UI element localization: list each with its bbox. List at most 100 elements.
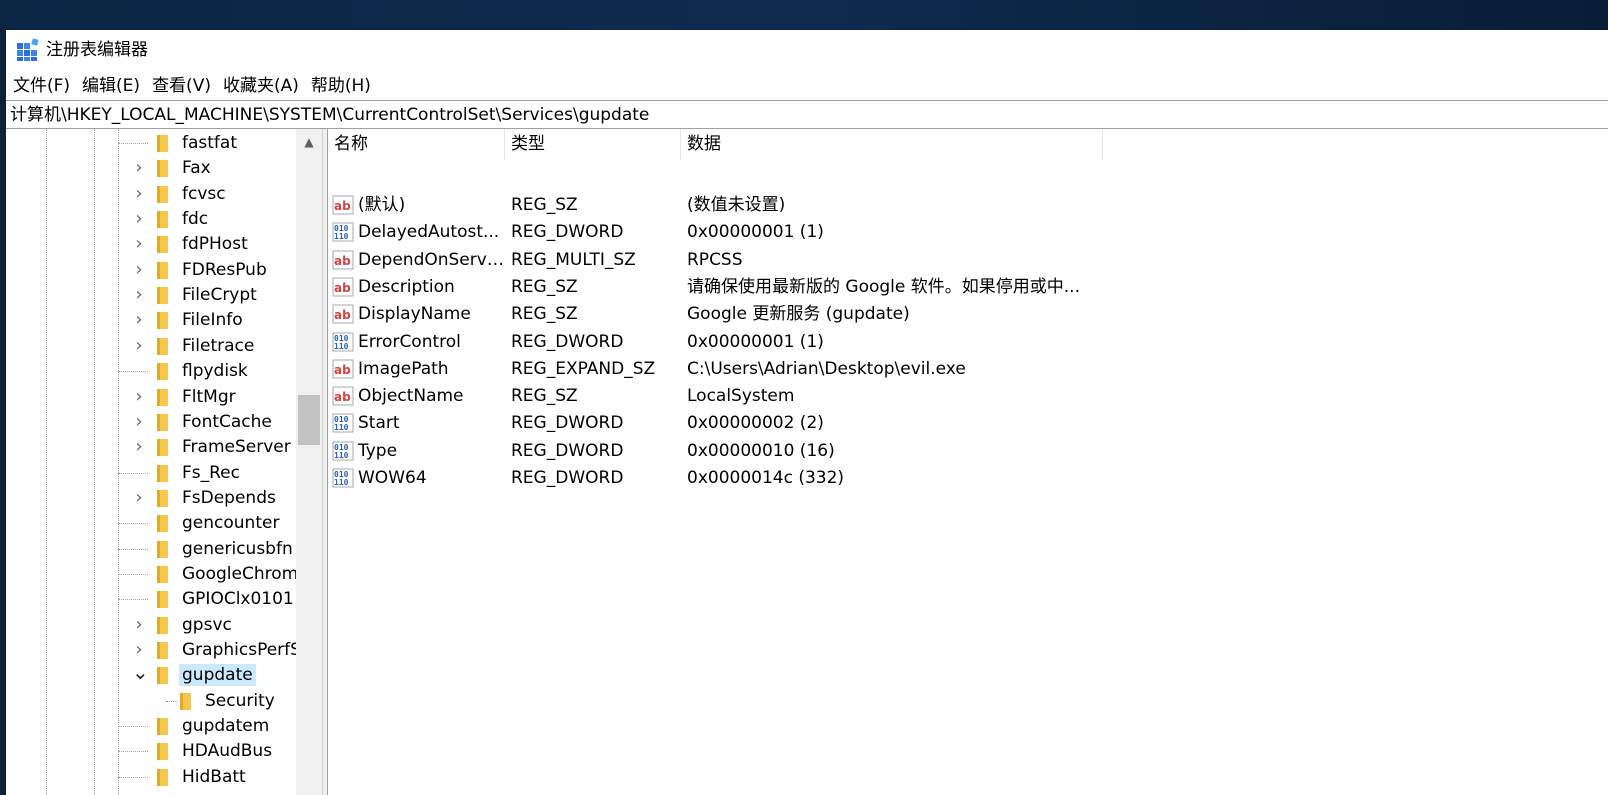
tree-item-label[interactable]: FileInfo [179,309,246,331]
tree-item-label[interactable]: Security [202,690,278,712]
value-row[interactable]: 010 110 Type REG_DWORD 0x00000010 (16) [328,437,1428,464]
menu-view[interactable]: 查看(V) [146,72,217,100]
tree-item-gupdatem[interactable]: gupdatem [6,714,296,739]
tree-item-fax[interactable]: › Fax [6,156,296,181]
tree-item-label[interactable]: HidBatt [179,766,249,788]
value-row[interactable]: ab Description REG_SZ 请确保使用最新版的 Google 软件。如… [328,273,1428,300]
tree-item-label[interactable]: GoogleChrom [179,563,301,585]
menu-file[interactable]: 文件(F) [6,72,76,100]
tree-item-gupdate[interactable]: ⌄ gupdate [6,662,296,688]
tree-item-gencounter[interactable]: gencounter [6,511,296,536]
tree-item-label[interactable]: fdPHost [179,233,251,255]
tree-item-label[interactable]: gpsvc [179,614,235,636]
expand-chevron-icon[interactable]: › [132,488,146,506]
tree-item-label[interactable]: flpydisk [179,360,251,382]
expand-chevron-icon[interactable]: › [132,260,146,278]
value-row[interactable]: ab ObjectName REG_SZ LocalSystem [328,382,1428,409]
tree-item-label[interactable]: FltMgr [179,386,239,408]
expand-chevron-icon[interactable]: › [132,387,146,405]
tree-item-genericusbfn[interactable]: genericusbfn [6,537,296,562]
tree-item-googlechrom[interactable]: GoogleChrom [6,562,298,587]
column-header-name[interactable]: 名称 [328,129,505,160]
tree-item-label[interactable]: gupdate [179,664,256,687]
tree-item-label[interactable]: gupdatem [179,715,272,737]
tree-item-label[interactable]: gencounter [179,512,282,534]
value-row[interactable]: ab (默认) REG_SZ (数值未设置) [328,191,1428,218]
tree-item-label[interactable]: genericusbfn [179,538,296,560]
dword-value-icon: 010 110 [332,467,354,489]
scroll-up-arrow-icon[interactable]: ▲ [296,129,322,155]
key-tree-pane[interactable]: fastfat › Fax › fcvsc › fdc › fdPHost › FDResPub › F… [6,129,322,795]
expand-chevron-icon[interactable]: › [132,336,146,354]
tree-item-hdaudbus[interactable]: HDAudBus [6,739,296,764]
tree-item-label[interactable]: HDAudBus [179,740,275,762]
scrollbar-thumb[interactable] [298,395,320,445]
tree-item-label[interactable]: GPIOClx0101 [179,588,297,610]
value-data: 0x0000014c (332) [687,468,845,488]
value-row[interactable]: 010 110 ErrorControl REG_DWORD 0x00000001 (1… [328,328,1428,355]
menu-help[interactable]: 帮助(H) [305,72,377,100]
tree-item-fastfat[interactable]: fastfat [6,131,296,156]
tree-item-filetrace[interactable]: › Filetrace [6,334,296,359]
tree-item-frameserver[interactable]: › FrameServer [6,435,296,460]
value-row[interactable]: 010 110 DelayedAutost... REG_DWORD 0x0000000… [328,218,1428,245]
expand-chevron-icon[interactable]: › [132,641,146,659]
address-bar[interactable]: 计算机\HKEY_LOCAL_MACHINE\SYSTEM\CurrentCon… [6,100,1608,129]
tree-item-label[interactable]: Filetrace [179,335,257,357]
value-type: REG_DWORD [511,331,624,352]
tree-item-fileinfo[interactable]: › FileInfo [6,308,296,333]
tree-item-fdrespub[interactable]: › FDResPub [6,258,296,283]
expand-chevron-icon[interactable]: › [132,615,146,633]
expand-chevron-icon[interactable]: › [132,235,146,253]
string-value-icon: ab [332,249,354,271]
values-list-pane[interactable]: 名称 类型 数据 ab (默认) REG_SZ (数值未设置) 010 110 Delaye… [328,129,1608,795]
expand-chevron-icon[interactable]: › [132,286,146,304]
tree-item-fdc[interactable]: › fdc [6,207,296,232]
tree-item-label[interactable]: Fs_Rec [179,462,243,484]
tree-item-label[interactable]: GraphicsPerfS [179,639,304,661]
title-bar[interactable]: 注册表编辑器 [6,30,1608,70]
folder-icon [155,766,171,788]
expand-chevron-icon[interactable]: › [132,159,146,177]
menu-edit[interactable]: 编辑(E) [76,72,146,100]
tree-item-fdphost[interactable]: › fdPHost [6,232,296,257]
tree-item-filecrypt[interactable]: › FileCrypt [6,283,296,308]
address-path[interactable]: 计算机\HKEY_LOCAL_MACHINE\SYSTEM\CurrentCon… [10,104,649,126]
tree-item-fs_rec[interactable]: Fs_Rec [6,461,296,486]
tree-item-graphicsperfs[interactable]: › GraphicsPerfS [6,638,301,663]
collapse-chevron-icon[interactable]: ⌄ [132,662,149,683]
value-row[interactable]: ab DisplayName REG_SZ Google 更新服务 (gupdate) [328,300,1428,327]
tree-item-fcvsc[interactable]: › fcvsc [6,182,296,207]
tree-scrollbar[interactable]: ▲ [296,129,322,795]
expand-chevron-icon[interactable]: › [132,412,146,430]
expand-chevron-icon[interactable]: › [132,311,146,329]
tree-item-security[interactable]: Security [6,689,296,714]
expand-chevron-icon[interactable]: › [132,210,146,228]
tree-item-flpydisk[interactable]: flpydisk [6,359,296,384]
tree-item-hidbatt[interactable]: HidBatt [6,765,296,790]
tree-item-gpsvc[interactable]: › gpsvc [6,613,296,638]
column-header-type[interactable]: 类型 [505,129,681,160]
value-row[interactable]: 010 110 Start REG_DWORD 0x00000002 (2) [328,409,1428,436]
tree-item-label[interactable]: fcvsc [179,183,229,205]
column-header-data[interactable]: 数据 [681,129,1103,160]
value-row[interactable]: ab ImagePath REG_EXPAND_SZ C:\Users\Adrian\… [328,355,1428,382]
tree-item-label[interactable]: FontCache [179,411,275,433]
value-type: REG_DWORD [511,413,624,434]
tree-item-gpioclx0101[interactable]: GPIOClx0101 [6,587,296,612]
tree-item-label[interactable]: FrameServer [179,436,294,458]
tree-item-fontcache[interactable]: › FontCache [6,410,296,435]
tree-item-label[interactable]: fastfat [179,132,240,154]
expand-chevron-icon[interactable]: › [132,438,146,456]
tree-item-fltmgr[interactable]: › FltMgr [6,385,296,410]
menu-favorites[interactable]: 收藏夹(A) [217,72,305,100]
tree-item-label[interactable]: Fax [179,157,214,179]
value-row[interactable]: ab DependOnServi... REG_MULTI_SZ RPCSS [328,246,1428,273]
tree-item-label[interactable]: FileCrypt [179,284,260,306]
tree-item-label[interactable]: FsDepends [179,487,279,509]
tree-item-label[interactable]: fdc [179,208,211,230]
tree-item-label[interactable]: FDResPub [179,259,270,281]
tree-item-fsdepends[interactable]: › FsDepends [6,486,296,511]
expand-chevron-icon[interactable]: › [132,184,146,202]
value-row[interactable]: 010 110 WOW64 REG_DWORD 0x0000014c (332) [328,464,1428,491]
